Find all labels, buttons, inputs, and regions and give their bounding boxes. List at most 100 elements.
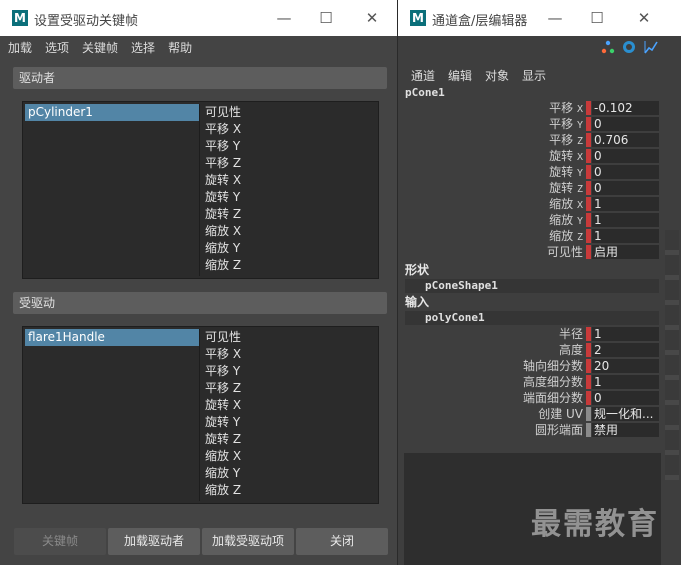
channel-row[interactable]: 缩放 X 1	[398, 196, 681, 212]
channel-axis: Y	[576, 168, 583, 179]
list-item[interactable]: 旋转 Z	[201, 206, 376, 223]
load-driven-button[interactable]: 加载受驱动项	[202, 528, 294, 555]
sdk-titlebar[interactable]: M 设置受驱动关键帧 — ☐ ✕	[0, 0, 397, 36]
channel-row[interactable]: 旋转 X 0	[398, 148, 681, 164]
transform-channels: 平移 X -0.102 平移 Y 0 平移 Z 0.706 旋转 X 0 旋转 …	[398, 100, 681, 260]
list-item[interactable]: 缩放 X	[201, 223, 376, 240]
driver-header[interactable]: 驱动者	[13, 67, 387, 89]
list-item[interactable]: 缩放 Z	[201, 482, 376, 499]
menu-channels[interactable]: 通道	[411, 67, 435, 84]
close-icon[interactable]: ✕	[634, 8, 654, 28]
list-item[interactable]: 平移 Z	[201, 380, 376, 397]
shape-node-name[interactable]: pConeShape1	[405, 279, 659, 293]
menu-select[interactable]: 选择	[131, 39, 155, 56]
list-item[interactable]: 平移 X	[201, 346, 376, 363]
list-item[interactable]: 平移 Z	[201, 155, 376, 172]
list-item[interactable]: 平移 Y	[201, 363, 376, 380]
menu-help[interactable]: 帮助	[168, 39, 192, 56]
list-item[interactable]: 缩放 X	[201, 448, 376, 465]
driver-node-list[interactable]: pCylinder1	[25, 104, 200, 276]
cb-titlebar[interactable]: M 通道盒/层编辑器 — ☐ ✕	[398, 0, 681, 36]
channel-value-field[interactable]: -0.102	[592, 101, 659, 115]
channel-label: 半径	[558, 327, 583, 341]
menu-key[interactable]: 关键帧	[82, 39, 118, 56]
channel-value-field[interactable]: 1	[592, 213, 659, 227]
menu-edit[interactable]: 编辑	[448, 67, 472, 84]
channel-row[interactable]: 半径 1	[398, 326, 681, 342]
channel-row[interactable]: 旋转 Z 0	[398, 180, 681, 196]
list-item[interactable]: 可见性	[201, 329, 376, 346]
channel-value-field[interactable]: 规一化和...	[592, 407, 659, 421]
list-item[interactable]: 旋转 Y	[201, 189, 376, 206]
channel-label: 缩放	[549, 229, 574, 243]
minimize-icon[interactable]: —	[274, 8, 294, 28]
key-button[interactable]: 关键帧	[14, 528, 106, 555]
load-driver-button[interactable]: 加载驱动者	[108, 528, 200, 555]
channel-value-field[interactable]: 1	[592, 229, 659, 243]
menu-show[interactable]: 显示	[522, 67, 546, 84]
driver-attr-list[interactable]: 可见性 平移 X 平移 Y 平移 Z 旋转 X 旋转 Y 旋转 Z 缩放 X 缩…	[201, 104, 376, 276]
cb-menubar: 通道 编辑 对象 显示	[398, 64, 681, 86]
close-icon[interactable]: ✕	[362, 8, 382, 28]
maximize-icon[interactable]: ☐	[316, 8, 336, 28]
graph-icon[interactable]	[644, 40, 658, 54]
channel-row[interactable]: 可见性 启用	[398, 244, 681, 260]
channel-value-field[interactable]: 0	[592, 181, 659, 195]
channel-label: 旋转	[549, 149, 574, 163]
list-item[interactable]: 缩放 Z	[201, 257, 376, 274]
channel-row[interactable]: 平移 X -0.102	[398, 100, 681, 116]
channel-row[interactable]: 高度 2	[398, 342, 681, 358]
channel-row[interactable]: 圆形端面 禁用	[398, 422, 681, 438]
channel-row[interactable]: 平移 Z 0.706	[398, 132, 681, 148]
channel-value-field[interactable]: 0	[592, 149, 659, 163]
channel-axis: Z	[576, 136, 583, 147]
menu-load[interactable]: 加载	[8, 39, 32, 56]
channel-row[interactable]: 创建 UV 规一化和...	[398, 406, 681, 422]
channel-value-field[interactable]: 禁用	[592, 423, 659, 437]
channel-value-field[interactable]: 0	[592, 391, 659, 405]
channel-value-field[interactable]: 启用	[592, 245, 659, 259]
channel-row[interactable]: 缩放 Z 1	[398, 228, 681, 244]
channel-row[interactable]: 旋转 Y 0	[398, 164, 681, 180]
channel-value-field[interactable]: 1	[592, 327, 659, 341]
close-button[interactable]: 关闭	[296, 528, 388, 555]
input-node-name[interactable]: polyCone1	[405, 311, 659, 325]
channel-label: 旋转	[549, 181, 574, 195]
channel-row[interactable]: 轴向细分数 20	[398, 358, 681, 374]
driver-node-item[interactable]: pCylinder1	[25, 104, 199, 121]
channel-row[interactable]: 平移 Y 0	[398, 116, 681, 132]
list-item[interactable]: 可见性	[201, 104, 376, 121]
channel-value-field[interactable]: 1	[592, 375, 659, 389]
list-item[interactable]: 旋转 X	[201, 172, 376, 189]
maximize-icon[interactable]: ☐	[587, 8, 607, 28]
channel-value-field[interactable]: 0	[592, 117, 659, 131]
list-item[interactable]: 缩放 Y	[201, 465, 376, 482]
channel-value-field[interactable]: 2	[592, 343, 659, 357]
globe-icon[interactable]	[622, 40, 636, 54]
list-item[interactable]: 旋转 Y	[201, 414, 376, 431]
driven-header[interactable]: 受驱动	[13, 292, 387, 314]
axis-icon[interactable]	[601, 40, 615, 54]
driven-node-list[interactable]: flare1Handle	[25, 329, 200, 501]
menu-object[interactable]: 对象	[485, 67, 509, 84]
channel-row[interactable]: 缩放 Y 1	[398, 212, 681, 228]
layer-tabs-strip[interactable]	[665, 230, 679, 480]
channel-value-field[interactable]: 1	[592, 197, 659, 211]
list-item[interactable]: 缩放 Y	[201, 240, 376, 257]
channel-value-field[interactable]: 0	[592, 165, 659, 179]
list-item[interactable]: 平移 X	[201, 121, 376, 138]
driven-attr-list[interactable]: 可见性 平移 X 平移 Y 平移 Z 旋转 X 旋转 Y 旋转 Z 缩放 X 缩…	[201, 329, 376, 501]
channel-row[interactable]: 高度细分数 1	[398, 374, 681, 390]
list-item[interactable]: 旋转 Z	[201, 431, 376, 448]
list-item[interactable]: 旋转 X	[201, 397, 376, 414]
sdk-button-bar: 关键帧 加载驱动者 加载受驱动项 关闭	[14, 528, 388, 555]
menu-options[interactable]: 选项	[45, 39, 69, 56]
driven-node-item[interactable]: flare1Handle	[25, 329, 199, 346]
channel-value-field[interactable]: 0.706	[592, 133, 659, 147]
channel-value-field[interactable]: 20	[592, 359, 659, 373]
list-item[interactable]: 平移 Y	[201, 138, 376, 155]
object-node-name[interactable]: pCone1	[398, 86, 681, 100]
channel-axis: Z	[576, 184, 583, 195]
channel-row[interactable]: 端面细分数 0	[398, 390, 681, 406]
minimize-icon[interactable]: —	[545, 8, 565, 28]
